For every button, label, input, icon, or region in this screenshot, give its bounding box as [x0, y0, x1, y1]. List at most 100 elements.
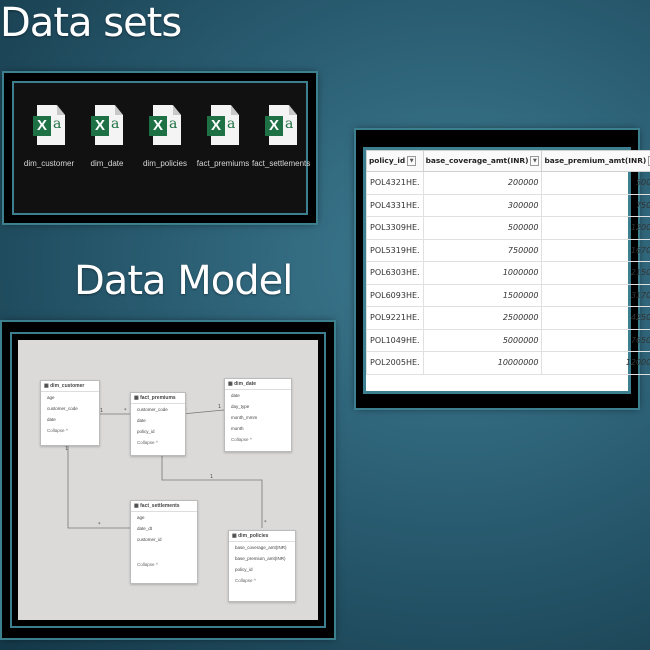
model-canvas[interactable]: 1 * * 1 1 * 1 * dim_customer age custome…: [18, 340, 318, 620]
table-cell[interactable]: 500000: [422, 216, 543, 240]
field: base_premium_amt(INR): [235, 556, 286, 561]
field: date: [231, 393, 240, 398]
policy-table-container: policy_id ▼ base_coverage_amt(INR) ▼ base_pr…: [363, 147, 650, 394]
card-md: *: [264, 520, 267, 526]
field: month_mmm: [231, 415, 258, 420]
table-cell[interactable]: 5000: [541, 171, 650, 195]
entity-dim-date[interactable]: dim_date date day_type month_mmm month C…: [224, 378, 292, 452]
table-cell[interactable]: POL4321HE.: [366, 171, 424, 195]
table-row: POL4321HE.2000005000: [366, 171, 650, 195]
table-cell[interactable]: 750000: [422, 238, 543, 262]
table-cell[interactable]: 42500: [541, 306, 650, 330]
entity-title: dim_customer: [41, 381, 99, 392]
table-cell[interactable]: 1000000: [422, 261, 543, 285]
field: age: [47, 395, 55, 400]
table-cell[interactable]: 1500000: [422, 283, 543, 307]
table-cell[interactable]: 200000: [422, 171, 543, 195]
data-model-heading: Data Model: [74, 258, 293, 304]
table-cell[interactable]: POL9221HE.: [366, 306, 424, 330]
excel-icon: Xa: [33, 105, 65, 147]
table-cell[interactable]: POL2005HE.: [366, 351, 424, 375]
file-item[interactable]: Xa dim_customer: [20, 99, 78, 168]
policy-table-panel: policy_id ▼ base_coverage_amt(INR) ▼ base_pr…: [356, 130, 650, 408]
rel-customer-settlements: [67, 440, 130, 529]
column-header[interactable]: policy_id ▼: [366, 150, 424, 172]
table-row: POL6093HE.150000031700: [366, 283, 650, 307]
data-model-panel: 1 * * 1 1 * 1 * dim_customer age custome…: [2, 322, 334, 638]
collapse-button[interactable]: Collapse ^: [131, 437, 185, 448]
collapse-button[interactable]: Collapse ^: [229, 575, 295, 586]
excel-icon: Xa: [149, 105, 181, 147]
table-cell[interactable]: POL5319HE.: [366, 238, 424, 262]
file-item[interactable]: Xa dim_date: [78, 99, 136, 168]
table-cell[interactable]: 5000000: [422, 328, 543, 352]
entity-title: fact_premiums: [131, 393, 185, 404]
card-1b: 1: [218, 404, 221, 410]
file-label: fact_premiums: [196, 159, 250, 168]
datasets-panel: Xa dim_customer Xa dim_date Xa dim_policies Xa…: [4, 73, 316, 223]
table-row: POL4331HE.3000007500: [366, 193, 650, 217]
table-cell[interactable]: 120000: [541, 351, 650, 375]
file-label: fact_settlements: [252, 159, 311, 168]
table-row: POL5319HE.75000016700: [366, 238, 650, 262]
field: age: [137, 515, 145, 520]
filter-dropdown-icon: ▼: [407, 156, 417, 166]
entity-title: fact_settlements: [131, 501, 197, 512]
excel-icon: Xa: [207, 105, 239, 147]
file-item[interactable]: Xa fact_premiums: [194, 99, 252, 168]
excel-icon: Xa: [265, 105, 297, 147]
field: customer_code: [47, 406, 78, 411]
field: month: [231, 426, 244, 431]
file-item[interactable]: Xa dim_policies: [136, 99, 194, 168]
collapse-button[interactable]: Collapse ^: [131, 559, 197, 570]
card-mc: *: [98, 522, 101, 528]
entity-dim-policies[interactable]: dim_policies base_coverage_amt(INR) base…: [228, 530, 296, 602]
field: policy_id: [137, 429, 155, 434]
field: policy_id: [235, 567, 253, 572]
table-cell[interactable]: 2500000: [422, 306, 543, 330]
table-cell[interactable]: 12000: [541, 216, 650, 240]
datasets-heading: Data sets: [0, 0, 182, 46]
column-header[interactable]: base_premium_amt(INR)▼: [541, 150, 650, 172]
field: date: [137, 418, 146, 423]
table-cell[interactable]: 300000: [422, 193, 543, 217]
table-cell[interactable]: 21500: [541, 261, 650, 285]
collapse-button[interactable]: Collapse ^: [225, 434, 291, 445]
table-row: POL6303HE.100000021500: [366, 261, 650, 285]
table-cell[interactable]: 76500: [541, 328, 650, 352]
table-cell[interactable]: 7500: [541, 193, 650, 217]
entity-dim-customer[interactable]: dim_customer age customer_code date Coll…: [40, 380, 100, 446]
field: day_type: [231, 404, 250, 409]
file-item[interactable]: Xa fact_settlements: [252, 99, 310, 168]
rel-premiums-date: [181, 409, 225, 415]
table-row: POL3309HE.50000012000: [366, 216, 650, 240]
excel-icon: Xa: [91, 105, 123, 147]
table-cell[interactable]: POL6093HE.: [366, 283, 424, 307]
table-cell[interactable]: POL6303HE.: [366, 261, 424, 285]
file-label: dim_policies: [142, 159, 188, 168]
collapse-button[interactable]: Collapse ^: [41, 425, 99, 436]
table-cell[interactable]: POL4331HE.: [366, 193, 424, 217]
field: base_coverage_amt(INR): [235, 545, 287, 550]
column-header[interactable]: base_coverage_amt(INR) ▼: [422, 150, 543, 172]
table-row: POL9221HE.250000042500: [366, 306, 650, 330]
card-1d: 1: [210, 474, 213, 480]
table-cell[interactable]: POL3309HE.: [366, 216, 424, 240]
entity-title: dim_date: [225, 379, 291, 390]
entity-fact-settlements[interactable]: fact_settlements age date_dt customer_id…: [130, 500, 198, 584]
entity-fact-premiums[interactable]: fact_premiums customer_code date policy_…: [130, 392, 186, 456]
table-cell[interactable]: 10000000: [422, 351, 543, 375]
table-cell[interactable]: 16700: [541, 238, 650, 262]
file-label: dim_customer: [23, 159, 75, 168]
field: customer_id: [137, 537, 162, 542]
policy-table: policy_id ▼ base_coverage_amt(INR) ▼ base_pr…: [366, 150, 650, 375]
card-1c: 1: [65, 446, 68, 452]
datasets-panel-inner: Xa dim_customer Xa dim_date Xa dim_policies Xa…: [12, 81, 310, 215]
card-ma: *: [124, 408, 127, 414]
table-cell[interactable]: POL1049HE.: [366, 328, 424, 352]
field: date: [47, 417, 56, 422]
entity-title: dim_policies: [229, 531, 295, 542]
table-cell[interactable]: 31700: [541, 283, 650, 307]
table-row: POL2005HE.10000000120000: [366, 351, 650, 375]
file-label: dim_date: [90, 159, 124, 168]
